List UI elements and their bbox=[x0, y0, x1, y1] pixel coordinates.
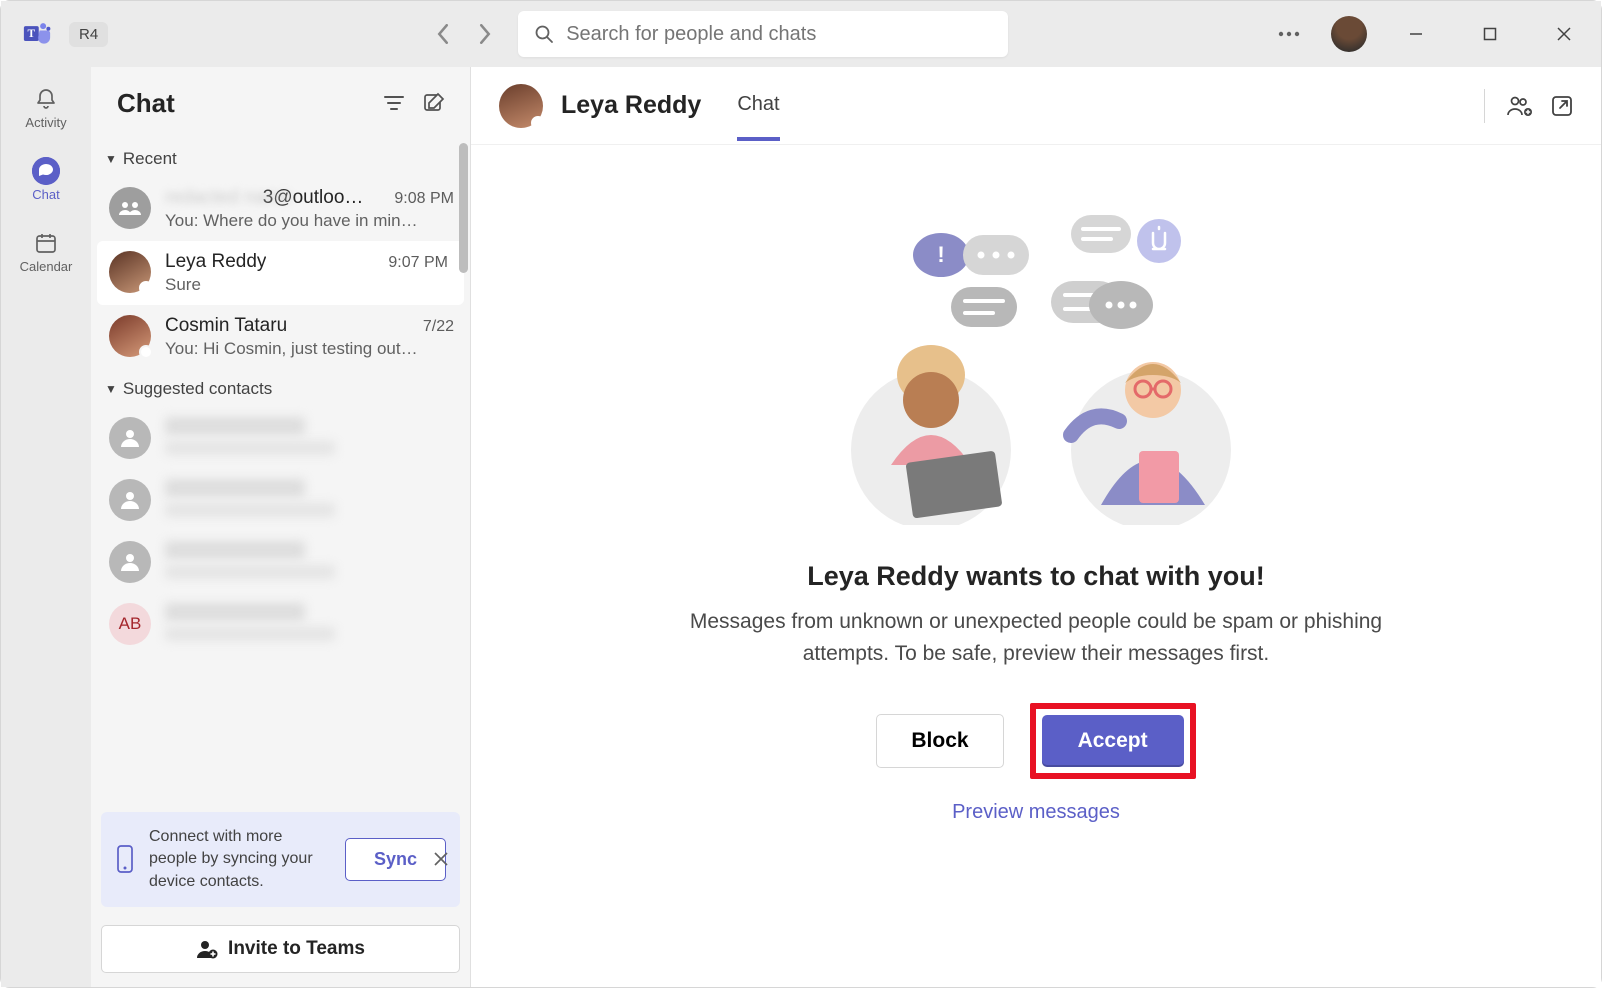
prompt-description: Messages from unknown or unexpected peop… bbox=[646, 606, 1426, 669]
window-close-button[interactable] bbox=[1539, 16, 1589, 52]
avatar: AB bbox=[109, 603, 151, 645]
svg-text:!: ! bbox=[937, 242, 944, 267]
invite-label: Invite to Teams bbox=[228, 938, 365, 960]
chat-item-preview: You: Hi Cosmin, just testing out… bbox=[165, 339, 454, 359]
accept-button[interactable]: Accept bbox=[1042, 715, 1184, 767]
presence-indicator bbox=[139, 345, 153, 359]
search-input[interactable] bbox=[518, 11, 1008, 57]
rail-item-chat[interactable]: Chat bbox=[12, 147, 80, 211]
window-minimize-button[interactable] bbox=[1391, 16, 1441, 52]
invite-to-teams-button[interactable]: Invite to Teams bbox=[101, 925, 460, 973]
org-switcher[interactable]: R4 bbox=[69, 22, 108, 47]
suggested-contact[interactable] bbox=[91, 531, 470, 593]
profile-avatar[interactable] bbox=[1331, 16, 1367, 52]
tab-chat[interactable]: Chat bbox=[737, 93, 779, 118]
divider bbox=[1484, 89, 1485, 123]
section-label: Suggested contacts bbox=[123, 379, 272, 399]
suggested-contact[interactable] bbox=[91, 407, 470, 469]
presence-indicator bbox=[139, 281, 153, 295]
sync-text: Connect with more people by syncing your… bbox=[149, 826, 333, 893]
rail-label: Activity bbox=[25, 115, 66, 130]
svg-text:T: T bbox=[28, 28, 36, 40]
suggested-contact[interactable] bbox=[91, 469, 470, 531]
chat-icon bbox=[32, 157, 60, 185]
avatar bbox=[109, 251, 151, 293]
chevron-down-icon: ▼ bbox=[105, 382, 117, 396]
chevron-down-icon: ▼ bbox=[105, 152, 117, 166]
preview-messages-link[interactable]: Preview messages bbox=[952, 801, 1120, 824]
filter-button[interactable] bbox=[380, 89, 408, 117]
avatar bbox=[109, 417, 151, 459]
accept-highlight: Accept bbox=[1030, 703, 1196, 779]
chat-request-illustration: ! bbox=[821, 205, 1251, 525]
phone-icon bbox=[115, 844, 137, 874]
chat-list-panel: Chat ▼ Recent redacted name bbox=[91, 67, 471, 987]
bell-icon bbox=[32, 85, 60, 113]
person-add-icon bbox=[196, 939, 218, 959]
scrollbar-thumb[interactable] bbox=[459, 143, 468, 273]
section-label: Recent bbox=[123, 149, 177, 169]
contact-name: Leya Reddy bbox=[561, 91, 701, 120]
rail-item-activity[interactable]: Activity bbox=[12, 75, 80, 139]
chat-item-preview: Sure bbox=[165, 275, 448, 295]
chat-list-title: Chat bbox=[117, 88, 368, 119]
people-add-button[interactable] bbox=[1507, 95, 1533, 117]
chat-item-time: 9:07 PM bbox=[388, 254, 448, 272]
nav-back-button[interactable] bbox=[426, 17, 460, 51]
section-suggested[interactable]: ▼ Suggested contacts bbox=[91, 369, 470, 407]
chat-item-name: Leya Reddy bbox=[165, 251, 266, 273]
chat-item-preview: You: Where do you have in min… bbox=[165, 211, 454, 231]
app-rail: Activity Chat Calendar bbox=[1, 67, 91, 987]
presence-indicator bbox=[531, 116, 545, 130]
rail-label: Calendar bbox=[20, 259, 73, 274]
pop-out-button[interactable] bbox=[1551, 95, 1573, 117]
calendar-icon bbox=[32, 229, 60, 257]
chat-item[interactable]: redacted name 3@outloo… 9:08 PM You: Whe… bbox=[91, 177, 470, 241]
section-recent[interactable]: ▼ Recent bbox=[91, 139, 470, 177]
avatar bbox=[109, 479, 151, 521]
conversation-pane: Leya Reddy Chat ! bbox=[471, 67, 1601, 987]
chat-item-name: Cosmin Tataru bbox=[165, 315, 287, 337]
avatar bbox=[109, 315, 151, 357]
sync-contacts-card: Connect with more people by syncing your… bbox=[101, 812, 460, 907]
suggested-contact[interactable]: AB bbox=[91, 593, 470, 655]
block-button[interactable]: Block bbox=[876, 714, 1003, 768]
chat-item-time: 9:08 PM bbox=[394, 190, 454, 208]
nav-forward-button[interactable] bbox=[468, 17, 502, 51]
teams-logo-icon: T bbox=[21, 18, 53, 50]
more-options-button[interactable] bbox=[1271, 16, 1307, 52]
titlebar: T R4 bbox=[1, 1, 1601, 67]
chat-item[interactable]: Cosmin Tataru 7/22 You: Hi Cosmin, just … bbox=[91, 305, 470, 369]
chat-item[interactable]: Leya Reddy 9:07 PM Sure bbox=[97, 241, 464, 305]
window-maximize-button[interactable] bbox=[1465, 16, 1515, 52]
search-icon bbox=[534, 24, 554, 44]
new-chat-button[interactable] bbox=[420, 89, 448, 117]
close-icon[interactable] bbox=[430, 848, 452, 870]
contact-avatar[interactable] bbox=[499, 84, 543, 128]
chat-item-time: 7/22 bbox=[423, 318, 454, 336]
rail-label: Chat bbox=[32, 187, 59, 202]
prompt-title: Leya Reddy wants to chat with you! bbox=[807, 561, 1265, 592]
avatar bbox=[109, 541, 151, 583]
group-avatar-icon bbox=[109, 187, 151, 229]
rail-item-calendar[interactable]: Calendar bbox=[12, 219, 80, 283]
